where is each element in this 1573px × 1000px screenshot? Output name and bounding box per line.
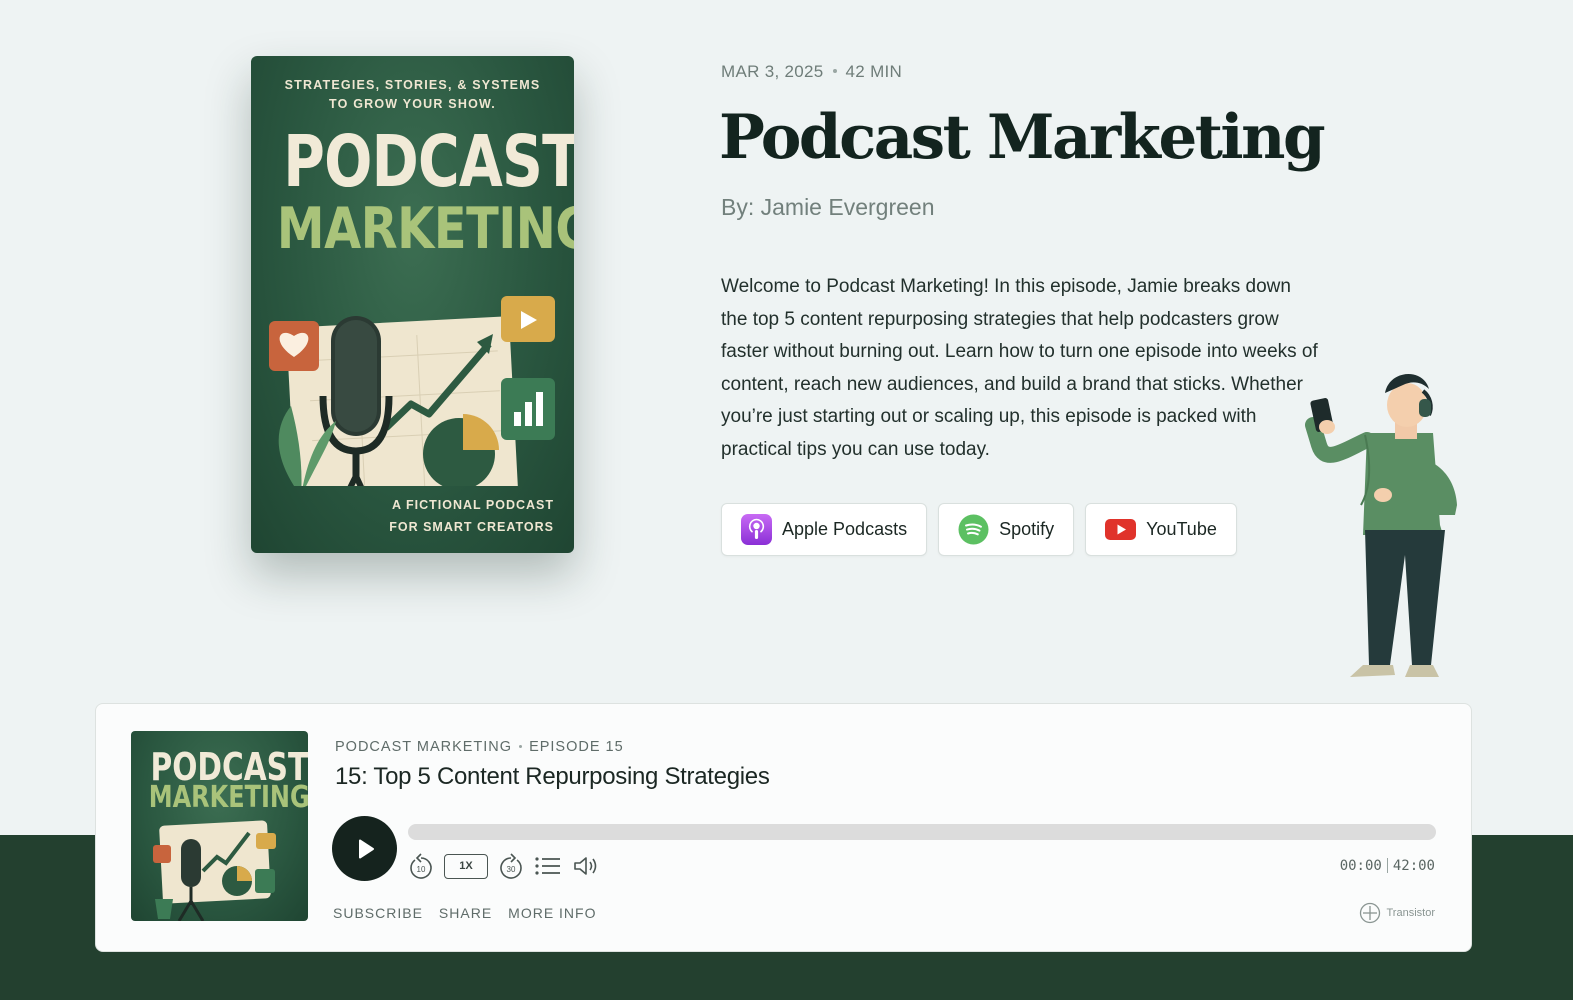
time-separator [1386,858,1388,873]
youtube-button[interactable]: YouTube [1085,503,1237,556]
episode-meta: MAR 3, 2025 42 MIN [721,62,902,82]
progress-bar[interactable] [408,824,1436,840]
author-byline: By: Jamie Evergreen [721,194,935,220]
player-controls: 10 1X 30 [408,852,600,880]
time-display: 00:00 42:00 [1340,858,1435,874]
transistor-brand-link[interactable]: Transistor [1359,902,1436,924]
episode-duration: 42 MIN [845,62,903,81]
spotify-label: Spotify [999,519,1055,539]
forward-30-icon: 30 [500,853,522,879]
separator-dot [519,745,523,748]
cover-title-line1: PODCAST [283,120,574,203]
more-info-link[interactable]: MORE INFO [508,905,596,921]
cover-tagline: STRATEGIES, STORIES, & SYSTEMS TO GROW Y… [284,78,541,111]
play-icon [358,839,374,858]
platform-links: Apple Podcasts Spotify YouTube [721,503,1237,556]
episode-number: EPISODE 15 [529,739,624,755]
separator-dot [832,69,837,73]
page-title: Podcast Marketing [719,102,1326,173]
episode-description: Welcome to Podcast Marketing! In this ep… [721,276,1318,460]
cover-footer-text: A FICTIONAL PODCAST FOR SMART CREATORS [389,498,554,534]
rewind-10-icon: 10 [410,853,432,879]
share-link[interactable]: SHARE [439,905,492,921]
speed-button[interactable]: 1X [444,853,488,879]
forward-button[interactable]: 30 [498,852,524,880]
player-episode-meta: PODCAST MARKETING EPISODE 15 [335,739,624,755]
forward-seconds-label: 30 [507,865,516,874]
volume-button[interactable] [572,854,600,878]
play-button[interactable] [332,816,397,881]
player-episode-title: 15: Top 5 Content Repurposing Strategies [335,763,770,790]
apple-podcasts-label: Apple Podcasts [782,519,908,539]
cover-title-line2: MARKETING [276,196,574,262]
transistor-label: Transistor [1386,907,1436,919]
subscribe-link[interactable]: SUBSCRIBE [333,905,423,921]
thumbnail-illustration [153,820,276,921]
current-time: 00:00 [1339,858,1382,874]
spotify-button[interactable]: Spotify [938,503,1075,556]
volume-icon [574,857,597,875]
apple-podcasts-button[interactable]: Apple Podcasts [721,503,928,556]
youtube-label: YouTube [1146,519,1217,539]
audio-player: PODCAST MARKETING PODCAST MARKETING EPISO… [95,703,1472,952]
show-name: PODCAST MARKETING [335,739,513,755]
player-thumbnail: PODCAST MARKETING [131,731,308,921]
listener-illustration [1305,374,1457,677]
player-links: SUBSCRIBE SHARE MORE INFO [333,905,597,921]
total-time: 42:00 [1392,858,1435,874]
youtube-icon [1105,514,1137,545]
playlist-button[interactable] [534,854,562,878]
rewind-seconds-label: 10 [417,865,426,874]
episode-date: MAR 3, 2025 [721,62,824,81]
list-icon [535,857,560,875]
podcast-cover-art: STRATEGIES, STORIES, & SYSTEMS TO GROW Y… [251,56,574,553]
rewind-button[interactable]: 10 [408,852,434,880]
cover-illustration [269,296,555,486]
spotify-icon [958,514,989,545]
transistor-logo-icon [1359,902,1380,924]
apple-podcasts-icon [741,514,772,545]
